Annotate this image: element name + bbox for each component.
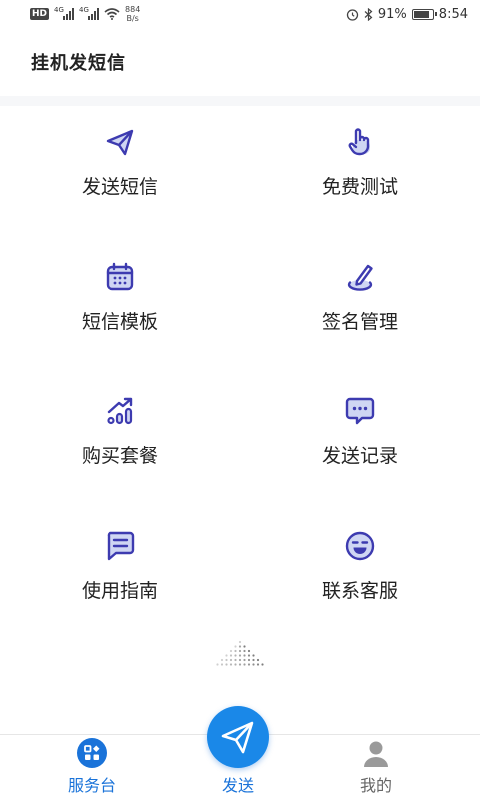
loader-dot: [252, 663, 255, 666]
user-icon: [364, 741, 388, 767]
loader-dot: [216, 663, 219, 666]
app-header: 挂机发短信: [0, 28, 480, 96]
grid-item-label: 使用指南: [81, 579, 158, 602]
header-divider: [0, 96, 480, 106]
battery-percent: 91%: [377, 6, 407, 22]
loader-dot: [243, 645, 246, 648]
loader-dot: [234, 663, 237, 666]
loader-dot: [225, 654, 228, 657]
signal-icon-2: 4G: [79, 6, 100, 20]
loader-dot: [261, 663, 264, 666]
tap-finger-icon: [342, 124, 378, 160]
bluetooth-icon: [364, 7, 373, 21]
grid-item-label: 免费测试: [321, 176, 398, 198]
alarm-icon: [346, 8, 359, 21]
loader-dot: [238, 640, 242, 644]
paper-plane-icon: [221, 721, 254, 754]
loader-dot: [238, 645, 242, 648]
service-desk-icon: [77, 738, 107, 768]
signal-icon: 4G: [54, 6, 75, 20]
loader-dot: [229, 654, 233, 657]
loader-dot: [220, 663, 224, 666]
loading-indicator: [216, 640, 264, 666]
grid-item-label: 发送记录: [321, 445, 398, 467]
loader-dot: [247, 649, 251, 653]
grid-item-buy-package[interactable]: 购买套餐: [0, 375, 240, 510]
loader-dot: [247, 658, 251, 662]
loader-dot: [243, 654, 246, 657]
status-right: 91% 8:54: [346, 7, 468, 22]
loader-dot: [225, 663, 228, 666]
loader-dot: [238, 663, 242, 666]
loader-dot: [243, 649, 246, 653]
wifi-icon: [104, 8, 120, 20]
loader-dot: [256, 658, 260, 662]
signature-pen-icon: [342, 259, 378, 295]
tab-label: 服务台: [68, 776, 117, 795]
grid-item-label: 签名管理: [321, 310, 398, 333]
loader-dot: [234, 654, 237, 657]
loader-dot: [243, 658, 246, 662]
hd-icon: HD: [30, 8, 50, 20]
loader-dot: [229, 658, 233, 662]
tab-label: 发送: [221, 776, 254, 795]
grid-item-label: 发送短信: [81, 176, 158, 198]
paper-plane-icon: [102, 124, 138, 160]
feature-grid: 发送短信 免费测试 短信模板 签名管理 购买套餐 发送记录 使用指南 联系客服: [0, 106, 480, 646]
grid-item-sms-template[interactable]: 短信模板: [0, 241, 240, 376]
chat-dots-icon: [342, 393, 378, 429]
message-lines-icon: [102, 528, 138, 564]
loader-dot: [238, 649, 242, 653]
grid-item-contact-service[interactable]: 联系客服: [240, 510, 480, 645]
grid-item-send-records[interactable]: 发送记录: [240, 375, 480, 510]
grid-item-label: 购买套餐: [81, 445, 158, 467]
tab-send[interactable]: 发送: [207, 706, 269, 800]
loader-dot: [220, 658, 224, 662]
status-left: HD 4G 4G 884 B/s: [30, 5, 140, 23]
send-fab-button[interactable]: [207, 706, 269, 768]
loader-dot: [229, 663, 233, 666]
grid-item-signature[interactable]: 签名管理: [240, 241, 480, 376]
loader-dot: [252, 658, 255, 662]
loader-dot: [256, 663, 260, 666]
smile-icon: [342, 528, 378, 564]
loader-dot: [252, 654, 255, 657]
grid-item-send-sms[interactable]: 发送短信: [0, 106, 240, 241]
grid-item-free-test[interactable]: 免费测试: [240, 106, 480, 241]
loader-dot: [225, 658, 228, 662]
tab-service-desk[interactable]: 服务台: [68, 738, 116, 800]
loader-dot: [243, 663, 246, 666]
tab-label: 我的: [360, 776, 393, 795]
grid-item-user-guide[interactable]: 使用指南: [0, 510, 240, 645]
loader-dot: [238, 658, 242, 662]
battery-icon: [411, 8, 437, 20]
grid-item-label: 联系客服: [321, 579, 398, 602]
calendar-icon: [102, 259, 138, 295]
status-bar: HD 4G 4G 884 B/s 91% 8:54: [0, 0, 480, 28]
loader-dot: [234, 658, 237, 662]
grid-item-label: 短信模板: [81, 310, 158, 333]
loader-dot: [234, 649, 237, 653]
net-speed: 884 B/s: [125, 5, 141, 23]
growth-chart-icon: [102, 393, 138, 429]
loader-dot: [247, 663, 251, 666]
tab-mine[interactable]: 我的: [360, 738, 392, 800]
bottom-tab-bar: 服务台 发送 我的: [0, 706, 480, 800]
loader-dot: [234, 645, 237, 648]
loader-dot: [247, 654, 251, 657]
clock: 8:54: [438, 6, 468, 22]
loader-dot: [229, 649, 233, 653]
loader-dot: [238, 654, 242, 657]
page-title: 挂机发短信: [31, 53, 126, 74]
